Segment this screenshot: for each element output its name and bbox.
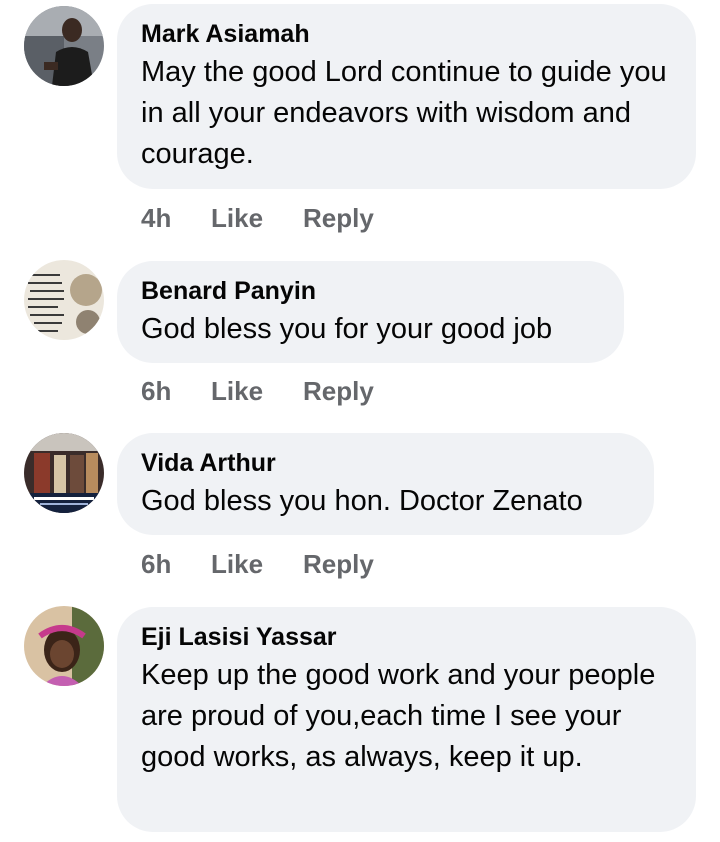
avatar[interactable] (24, 260, 104, 340)
comment-author[interactable]: Benard Panyin (141, 275, 600, 307)
comment-text: God bless you for your good job (141, 313, 553, 345)
like-button[interactable]: Like (211, 549, 303, 580)
comment-timestamp[interactable]: 6h (141, 376, 211, 407)
comment-author[interactable]: Vida Arthur (141, 447, 630, 479)
comment-author[interactable]: Eji Lasisi Yassar (141, 621, 672, 653)
like-button[interactable]: Like (211, 376, 303, 407)
comment-author[interactable]: Mark Asiamah (141, 18, 672, 50)
comment-text: God bless you hon. Doctor Zenato (141, 485, 583, 517)
like-button[interactable]: Like (211, 203, 303, 234)
avatar[interactable] (24, 6, 104, 86)
comment-text: Keep up the good work and your people ar… (141, 659, 656, 773)
comment-text: May the good Lord continue to guide you … (141, 56, 667, 170)
reply-button[interactable]: Reply (303, 203, 374, 234)
reply-button[interactable]: Reply (303, 376, 374, 407)
avatar[interactable] (24, 606, 104, 686)
comment-bubble: Benard Panyin God bless you for your goo… (117, 261, 624, 363)
comment-actions: 4h Like Reply (141, 203, 374, 234)
comment-timestamp[interactable]: 4h (141, 203, 211, 234)
comment-bubble: Vida Arthur God bless you hon. Doctor Ze… (117, 433, 654, 535)
comment-actions: 6h Like Reply (141, 376, 374, 407)
reply-button[interactable]: Reply (303, 549, 374, 580)
comment-actions: 6h Like Reply (141, 549, 374, 580)
comment-timestamp[interactable]: 6h (141, 549, 211, 580)
comment-bubble: Mark Asiamah May the good Lord continue … (117, 4, 696, 189)
comment-bubble: Eji Lasisi Yassar Keep up the good work … (117, 607, 696, 832)
avatar[interactable] (24, 433, 104, 513)
